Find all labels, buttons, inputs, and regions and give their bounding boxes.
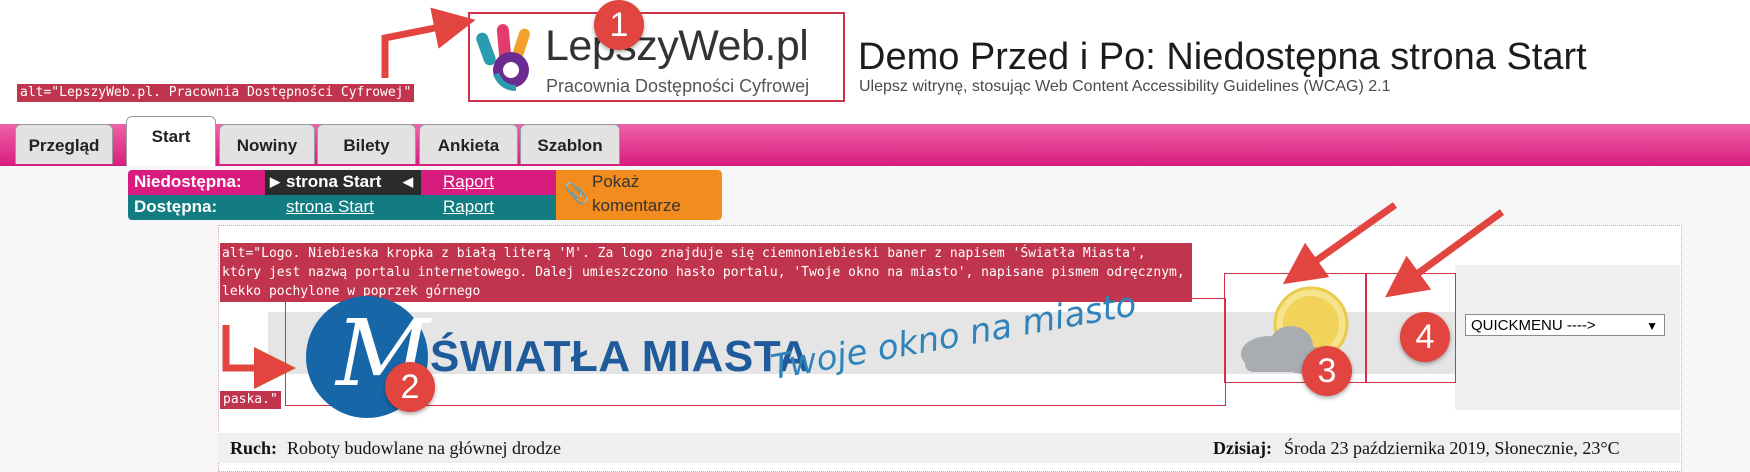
tab-template[interactable]: Szablon [520, 124, 620, 164]
annotation-badge-2: 2 [385, 362, 435, 412]
accessible-page-link[interactable]: strona Start [286, 195, 374, 219]
banner-alt-text-end: paska." [220, 391, 281, 409]
tab-tickets[interactable]: Bilety [317, 124, 416, 164]
annotation-badge-4: 4 [1400, 312, 1450, 362]
current-page-cell: ▶ strona Start ◀ [265, 170, 421, 195]
today-label: Dzisiaj: [1213, 438, 1272, 458]
accessible-label: Dostępna: [128, 195, 265, 220]
quickmenu-background [1455, 265, 1680, 410]
tab-overview[interactable]: Przegląd [15, 124, 113, 164]
tab-survey[interactable]: Ankieta [419, 124, 518, 164]
logo-wordmark: LepszyWeb.pl [545, 22, 809, 70]
triangle-left-icon: ◀ [403, 174, 413, 189]
logo-tagline: Pracownia Dostępności Cyfrowej [546, 76, 810, 96]
quickmenu-selected: QUICKMENU ----> [1471, 317, 1596, 334]
chevron-down-icon: ▼ [1646, 319, 1658, 333]
page-subtitle: Ulepsz witrynę, stosując Web Content Acc… [859, 78, 1391, 95]
status-bar: Ruch: Roboty budowlane na głównej drodze… [218, 433, 1680, 463]
traffic-label: Ruch: [230, 438, 278, 458]
site-logo-link[interactable]: LepszyWeb.pl Pracownia Dostępności Cyfro… [468, 12, 845, 102]
quickmenu-select[interactable]: QUICKMENU ----> ▼ [1465, 314, 1665, 336]
tab-news[interactable]: Nowiny [219, 124, 315, 164]
logo-hands-icon [476, 24, 530, 91]
logo-alt-text: alt="LepszyWeb.pl. Pracownia Dostępności… [17, 84, 415, 102]
triangle-right-icon: ▶ [270, 174, 280, 189]
accessible-page-cell: strona Start [265, 195, 421, 220]
version-switcher: Niedostępna: Dostępna: ▶ strona Start ◀ … [128, 170, 722, 220]
annotation-badge-3: 3 [1302, 346, 1352, 396]
banner-alt-text: alt="Logo. Niebieska kropka z białą lite… [220, 243, 1192, 302]
show-comments-label: Pokaż komentarze [592, 172, 681, 215]
current-page-label: strona Start [286, 172, 382, 191]
banner-title: ŚWIATŁA MIASTA [430, 332, 811, 381]
report-cell-bottom: Raport [421, 195, 556, 220]
report-cell-top: Raport [421, 170, 556, 195]
inaccessible-label: Niedostępna: [128, 170, 265, 195]
traffic-value: Roboty budowlane na głównej drodze [287, 438, 561, 458]
tab-start[interactable]: Start [126, 116, 216, 166]
annotation-badge-1: 1 [594, 0, 644, 50]
accessible-report-link[interactable]: Raport [443, 195, 494, 219]
paperclip-icon: 📎 [564, 183, 589, 205]
inaccessible-report-link[interactable]: Raport [443, 170, 494, 194]
show-comments-button[interactable]: 📎 Pokaż komentarze [556, 170, 722, 220]
page-title: Demo Przed i Po: Niedostępna strona Star… [858, 36, 1587, 78]
today-value: Środa 23 października 2019, Słonecznie, … [1284, 438, 1620, 458]
